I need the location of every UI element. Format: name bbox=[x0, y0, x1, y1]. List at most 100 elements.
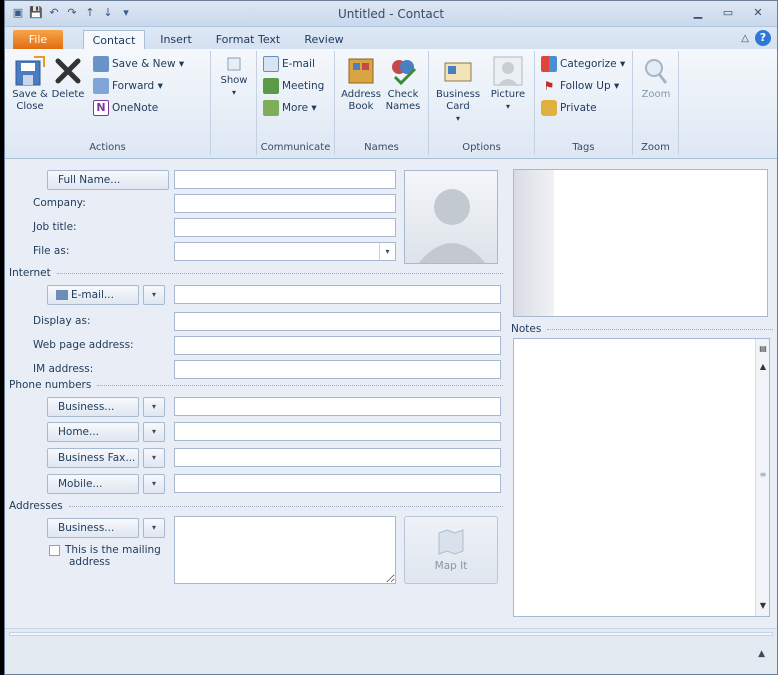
tab-format-text[interactable]: Format Text bbox=[213, 30, 283, 49]
scroll-down-icon[interactable]: ▼ bbox=[757, 600, 769, 612]
save-new-icon bbox=[93, 56, 109, 72]
magnifier-icon bbox=[645, 59, 668, 84]
notes-textarea[interactable]: ▤ ▲ ≡ ▼ bbox=[513, 338, 770, 617]
mobile-phone-dropdown[interactable]: ▾ bbox=[143, 474, 165, 494]
scroll-up-icon[interactable]: ▲ bbox=[757, 361, 769, 373]
file-as-select[interactable]: ▾ bbox=[174, 242, 396, 261]
im-address-label: IM address: bbox=[33, 363, 94, 375]
email-input[interactable] bbox=[174, 285, 501, 304]
section-divider bbox=[547, 328, 773, 330]
forward-button[interactable]: Forward ▾ bbox=[93, 77, 163, 95]
categorize-button[interactable]: Categorize ▾ bbox=[541, 55, 625, 73]
names-group-label: Names bbox=[364, 142, 399, 153]
picture-label: Picture bbox=[490, 89, 526, 100]
business-phone-dropdown[interactable]: ▾ bbox=[143, 397, 165, 417]
map-it-button[interactable]: Map It bbox=[404, 516, 498, 584]
email-dropdown-button[interactable]: E-mail... bbox=[47, 285, 139, 305]
meeting-label: Meeting bbox=[282, 80, 325, 92]
business-card-preview[interactable] bbox=[513, 169, 768, 317]
business-card-button[interactable]: Business Card ▾ bbox=[433, 55, 483, 125]
communicate-group: E-mail Meeting More ▾ Communicate bbox=[257, 51, 335, 155]
home-phone-button[interactable]: Home... bbox=[47, 422, 139, 442]
business-card-icon bbox=[444, 62, 472, 82]
picture-button[interactable]: Picture ▾ bbox=[485, 55, 531, 113]
follow-up-button[interactable]: ⚑ Follow Up ▾ bbox=[541, 77, 620, 95]
more-button[interactable]: More ▾ bbox=[263, 99, 317, 117]
full-name-button[interactable]: Full Name... bbox=[47, 170, 169, 190]
display-as-input[interactable] bbox=[174, 312, 501, 331]
private-button[interactable]: Private bbox=[541, 99, 597, 117]
tab-insert[interactable]: Insert bbox=[151, 30, 201, 49]
business-phone-button[interactable]: Business... bbox=[47, 397, 139, 417]
business-card-label: Business Card bbox=[435, 89, 481, 112]
web-page-input[interactable] bbox=[174, 336, 501, 355]
map-it-label: Map It bbox=[434, 560, 468, 572]
onenote-button[interactable]: N OneNote bbox=[93, 99, 158, 117]
im-address-input[interactable] bbox=[174, 360, 501, 379]
tab-contact[interactable]: Contact bbox=[83, 30, 145, 49]
business-phone-input[interactable] bbox=[174, 397, 501, 416]
job-title-label: Job title: bbox=[33, 221, 77, 233]
zoom-button[interactable]: Zoom bbox=[637, 55, 675, 101]
contact-photo[interactable] bbox=[404, 170, 498, 264]
notes-label: Notes bbox=[511, 323, 542, 335]
address-textarea[interactable] bbox=[174, 516, 396, 584]
contact-window: ▣ 💾 ↶ ↷ ↑ ↓ ▾ Untitled - Contact ▁ ▭ ✕ F… bbox=[4, 0, 778, 675]
internet-section-label: Internet bbox=[9, 267, 51, 279]
minimize-button[interactable]: ▁ bbox=[685, 5, 711, 21]
options-group: Business Card ▾ Picture ▾ Options bbox=[429, 51, 535, 155]
save-new-button[interactable]: Save & New ▾ bbox=[93, 55, 184, 73]
onenote-label: OneNote bbox=[112, 102, 159, 114]
help-icon[interactable]: ? bbox=[755, 30, 771, 46]
mailing-address-label: This is the mailing address bbox=[65, 544, 161, 568]
show-label: Show bbox=[220, 75, 248, 86]
meeting-icon bbox=[263, 78, 279, 94]
categorize-label: Categorize ▾ bbox=[560, 58, 626, 70]
address-type-dropdown[interactable]: ▾ bbox=[143, 518, 165, 538]
tab-file[interactable]: File bbox=[13, 30, 63, 49]
more-icon bbox=[263, 100, 279, 116]
business-address-button[interactable]: Business... bbox=[47, 518, 139, 538]
categorize-icon bbox=[541, 56, 557, 72]
minimize-ribbon-icon[interactable]: △ bbox=[741, 33, 749, 44]
notes-format-icon[interactable]: ▤ bbox=[757, 343, 769, 355]
chevron-up-icon[interactable]: ▲ bbox=[758, 649, 765, 659]
home-phone-input[interactable] bbox=[174, 422, 501, 441]
address-book-icon bbox=[348, 58, 374, 84]
check-names-button[interactable]: Check Names bbox=[383, 55, 423, 113]
mobile-phone-input[interactable] bbox=[174, 474, 501, 493]
status-divider bbox=[9, 632, 773, 636]
business-fax-button[interactable]: Business Fax... bbox=[47, 448, 139, 468]
onenote-icon: N bbox=[93, 100, 109, 116]
mobile-phone-button[interactable]: Mobile... bbox=[47, 474, 139, 494]
tags-group: Categorize ▾ ⚑ Follow Up ▾ Private Tags bbox=[535, 51, 633, 155]
web-page-label: Web page address: bbox=[33, 339, 134, 351]
meeting-button[interactable]: Meeting bbox=[263, 77, 324, 95]
save-close-icon bbox=[15, 56, 45, 86]
company-label: Company: bbox=[33, 197, 86, 209]
home-phone-dropdown[interactable]: ▾ bbox=[143, 422, 165, 442]
save-close-label: Save & Close bbox=[12, 89, 48, 112]
mailing-address-checkbox[interactable] bbox=[49, 545, 60, 556]
job-title-input[interactable] bbox=[174, 218, 396, 237]
tab-review[interactable]: Review bbox=[299, 30, 349, 49]
actions-group: Save & Close Delete Save & New ▾ Forward… bbox=[5, 51, 211, 155]
business-fax-dropdown[interactable]: ▾ bbox=[143, 448, 165, 468]
zoom-label: Zoom bbox=[641, 89, 671, 100]
phone-numbers-section: Phone numbers bbox=[9, 379, 503, 391]
notes-scrollbar[interactable]: ▤ ▲ ≡ ▼ bbox=[755, 339, 769, 616]
delete-button[interactable]: Delete bbox=[51, 55, 85, 101]
maximize-button[interactable]: ▭ bbox=[715, 5, 741, 21]
show-button[interactable]: Show ▾ bbox=[217, 55, 251, 99]
scroll-thumb-grip-icon[interactable]: ≡ bbox=[757, 469, 769, 481]
save-close-button[interactable]: Save & Close bbox=[11, 55, 49, 113]
business-fax-input[interactable] bbox=[174, 448, 501, 467]
email-button[interactable]: E-mail bbox=[263, 55, 315, 73]
email-type-dropdown[interactable]: ▾ bbox=[143, 285, 165, 305]
card-decoration bbox=[514, 170, 554, 316]
address-book-button[interactable]: Address Book bbox=[339, 55, 383, 113]
company-input[interactable] bbox=[174, 194, 396, 213]
close-button[interactable]: ✕ bbox=[745, 5, 771, 21]
display-as-label: Display as: bbox=[33, 315, 91, 327]
full-name-input[interactable] bbox=[174, 170, 396, 189]
